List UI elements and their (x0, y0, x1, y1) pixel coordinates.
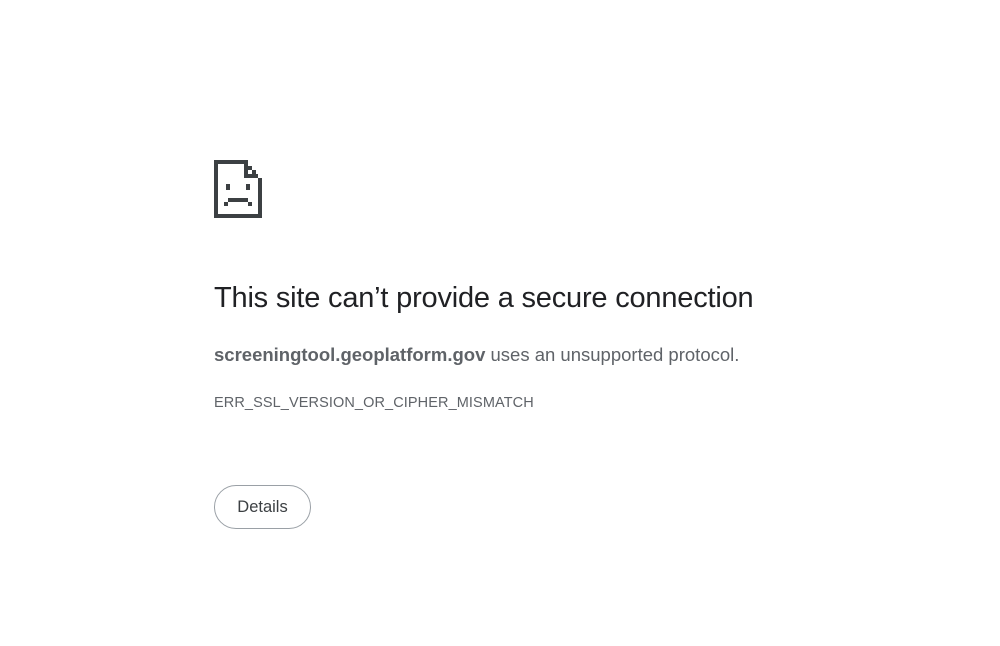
page-title: This site can’t provide a secure connect… (214, 282, 754, 314)
error-summary-text: uses an unsupported protocol. (485, 344, 740, 365)
error-summary: screeningtool.geoplatform.gov uses an un… (214, 344, 739, 366)
error-content: This site can’t provide a secure connect… (214, 160, 914, 529)
error-host: screeningtool.geoplatform.gov (214, 344, 486, 365)
error-page: This site can’t provide a secure connect… (0, 0, 1000, 646)
details-button[interactable]: Details (214, 485, 311, 529)
sad-page-icon (214, 160, 262, 218)
error-code: ERR_SSL_VERSION_OR_CIPHER_MISMATCH (214, 395, 534, 411)
